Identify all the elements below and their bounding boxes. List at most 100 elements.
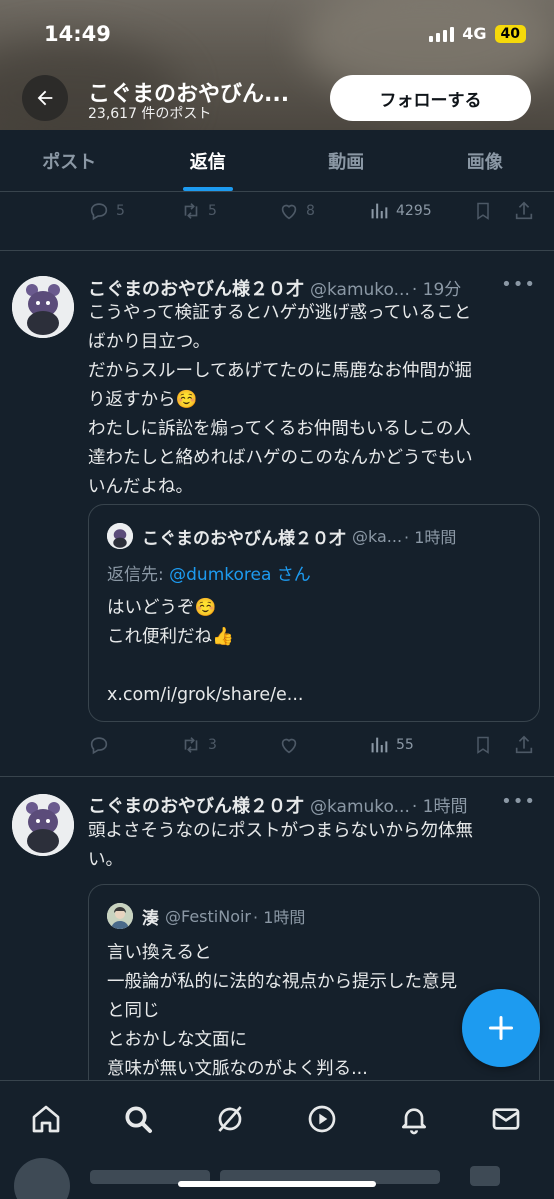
tweet-header: こぐまのおやびん様２０才 @kamuko... · 1時間 bbox=[88, 792, 528, 818]
tweet-text: 頭よさそうなのにポストがつまらないから勿体無 い。 bbox=[88, 817, 534, 875]
reply-icon bbox=[90, 203, 108, 221]
search-icon bbox=[125, 1106, 152, 1133]
tweet-actions: 3 55 bbox=[88, 731, 538, 759]
quoted-line bbox=[107, 652, 527, 681]
nav-home[interactable] bbox=[26, 1099, 66, 1139]
more-options-icon[interactable]: ••• bbox=[501, 274, 536, 295]
share-icon bbox=[515, 201, 533, 220]
repost-button[interactable]: 3 bbox=[180, 734, 278, 756]
tweet-author-name[interactable]: こぐまのおやびん様２０才 bbox=[88, 275, 304, 301]
views-button[interactable]: 55 bbox=[368, 734, 473, 756]
bear-avatar-icon bbox=[12, 794, 74, 856]
quoted-time: · 1時間 bbox=[253, 908, 306, 927]
quoted-author-handle: @ka... bbox=[352, 526, 403, 546]
bookmark-button[interactable] bbox=[473, 734, 513, 756]
tweet-time: · 1時間 bbox=[411, 797, 468, 817]
bookmark-icon bbox=[477, 736, 489, 754]
more-options-icon[interactable]: ••• bbox=[501, 791, 536, 812]
nav-messages[interactable] bbox=[486, 1099, 526, 1139]
reply-count: 5 bbox=[116, 203, 125, 219]
tweet-line: わたしに訴訟を煽ってくるお仲間もいるしこの人 bbox=[88, 419, 471, 439]
like-count: 8 bbox=[306, 203, 315, 219]
quoted-author-handle: @FestiNoir bbox=[165, 906, 252, 926]
prev-tweet-actions: 5 5 8 4295 bbox=[88, 197, 538, 225]
quoted-link[interactable]: x.com/i/grok/share/e... bbox=[107, 681, 527, 710]
nav-grok[interactable] bbox=[210, 1099, 250, 1139]
tab-videos[interactable]: 動画 bbox=[277, 130, 416, 191]
bookmark-icon bbox=[477, 202, 489, 220]
share-button[interactable] bbox=[513, 200, 535, 222]
tweet-header: こぐまのおやびん様２０才 @kamuko... · 19分 bbox=[88, 275, 528, 301]
tweet-author-handle[interactable]: @kamuko... bbox=[310, 280, 410, 300]
quoted-line: 一般論が私的に法的な視点から提示した意見 bbox=[107, 972, 457, 992]
home-icon bbox=[32, 1105, 60, 1133]
quoted-author-name: 湊 bbox=[142, 908, 159, 929]
quoted-avatar bbox=[107, 903, 133, 929]
mail-icon bbox=[492, 1108, 520, 1130]
reply-button[interactable] bbox=[88, 734, 180, 756]
arrow-left-icon bbox=[37, 90, 53, 106]
tweet-author-name[interactable]: こぐまのおやびん様２０才 bbox=[88, 792, 304, 818]
heart-icon bbox=[281, 204, 297, 220]
tweet-line: い。 bbox=[88, 850, 123, 870]
profile-header: 14:49 4G 40 こぐまのおやびん... 23,617 件のポスト フォロ… bbox=[0, 0, 554, 130]
grok-icon bbox=[218, 1106, 242, 1132]
tweet-line: こうやって検証するとハゲが逃げ惑っていること bbox=[88, 303, 472, 323]
avatar[interactable] bbox=[12, 276, 74, 338]
quoted-tweet[interactable]: こぐまのおやびん様２０才 @ka... · 1時間 返信先: @dumkorea… bbox=[88, 504, 540, 722]
tab-posts[interactable]: ポスト bbox=[0, 130, 139, 191]
back-button[interactable] bbox=[22, 75, 68, 121]
like-button[interactable]: 8 bbox=[278, 200, 368, 222]
plus-icon bbox=[488, 1015, 514, 1041]
home-indicator bbox=[178, 1181, 376, 1187]
tweet-text: こうやって検証するとハゲが逃げ惑っていること ばかり目立つ。 だからスルーしてあ… bbox=[88, 299, 534, 502]
tweet-line: だからスルーしてあげてたのに馬鹿なお仲間が掘 bbox=[88, 361, 472, 381]
quoted-author-name: こぐまのおやびん様２０才 bbox=[142, 528, 346, 549]
bookmark-button[interactable] bbox=[473, 200, 513, 222]
nav-notifications[interactable] bbox=[394, 1099, 434, 1139]
quoted-line: これ便利だね👍 bbox=[107, 627, 234, 647]
tweet-author-handle[interactable]: @kamuko... bbox=[310, 797, 410, 817]
play-circle-icon bbox=[308, 1105, 336, 1133]
views-icon bbox=[371, 737, 388, 753]
reply-icon bbox=[90, 737, 108, 755]
tab-images[interactable]: 画像 bbox=[416, 130, 554, 191]
repost-count: 3 bbox=[208, 737, 217, 753]
signal-icon bbox=[429, 26, 455, 42]
tweet-line: 頭よさそうなのにポストがつまらないから勿体無 bbox=[88, 821, 473, 841]
reply-to-line: 返信先: @dumkorea さん bbox=[107, 560, 311, 585]
divider bbox=[0, 250, 554, 251]
status-time: 14:49 bbox=[44, 22, 111, 46]
follow-button[interactable]: フォローする bbox=[330, 75, 531, 121]
view-count: 55 bbox=[396, 737, 414, 753]
reply-button[interactable]: 5 bbox=[88, 200, 180, 222]
nav-search[interactable] bbox=[118, 1099, 158, 1139]
avatar[interactable] bbox=[12, 794, 74, 856]
tab-replies[interactable]: 返信 bbox=[139, 130, 278, 191]
bear-avatar-icon bbox=[107, 523, 133, 549]
nav-video[interactable] bbox=[302, 1099, 342, 1139]
tweet-line: いんだよね。 bbox=[88, 477, 193, 497]
reply-to-handle[interactable]: @dumkorea さん bbox=[169, 565, 311, 585]
view-count: 4295 bbox=[396, 203, 432, 219]
quoted-line: はいどうぞ☺️ bbox=[107, 598, 217, 618]
bell-icon bbox=[402, 1108, 426, 1135]
quoted-tweet-header: こぐまのおやびん様２０才 @ka... · 1時間 bbox=[107, 523, 456, 549]
quoted-text: はいどうぞ☺️ これ便利だね👍 x.com/i/grok/share/e... bbox=[107, 594, 527, 710]
like-button[interactable] bbox=[278, 734, 368, 756]
tweet-time: · 19分 bbox=[411, 280, 462, 300]
status-indicators: 4G 40 bbox=[429, 24, 526, 43]
repost-icon bbox=[184, 203, 198, 219]
quoted-time: · 1時間 bbox=[404, 528, 457, 547]
quoted-tweet-header: 湊 @FestiNoir · 1時間 bbox=[107, 903, 305, 929]
bear-avatar-icon bbox=[12, 276, 74, 338]
views-button[interactable]: 4295 bbox=[368, 200, 473, 222]
share-icon bbox=[515, 735, 533, 754]
repost-button[interactable]: 5 bbox=[180, 200, 278, 222]
repost-count: 5 bbox=[208, 203, 217, 219]
divider bbox=[0, 776, 554, 777]
compose-button[interactable] bbox=[462, 989, 540, 1067]
share-button[interactable] bbox=[513, 734, 535, 756]
post-count: 23,617 件のポスト bbox=[88, 106, 212, 122]
profile-tabs: ポスト 返信 動画 画像 bbox=[0, 130, 554, 192]
